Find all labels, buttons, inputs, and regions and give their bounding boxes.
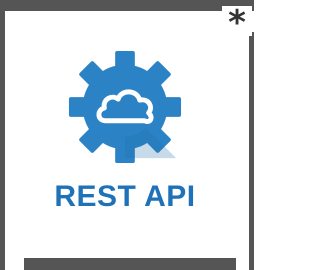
frame-left-border <box>0 0 5 270</box>
frame-bottom-border <box>24 258 236 270</box>
rest-api-logo: REST API <box>18 34 232 244</box>
gear-cloud-icon <box>68 50 182 164</box>
frame-right-border <box>249 32 254 270</box>
logo-text: REST API <box>54 180 196 213</box>
asterisk-mark: * <box>222 6 252 40</box>
frame-top-border <box>0 0 254 11</box>
